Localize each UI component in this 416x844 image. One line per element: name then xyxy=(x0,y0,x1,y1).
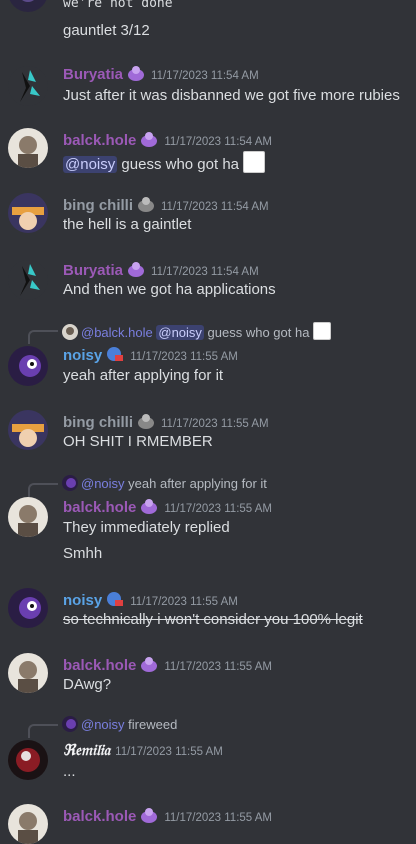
message-text: yeah after applying for it xyxy=(63,367,224,384)
mention[interactable]: @noisy xyxy=(63,156,118,173)
timestamp: 11/17/2023 11:54 AM xyxy=(161,201,269,213)
role-icon xyxy=(139,806,159,824)
reply-username[interactable]: @noisy xyxy=(81,476,125,491)
username[interactable]: ℜ𝔢𝔪𝔦𝔩𝔦𝔞 xyxy=(63,741,110,759)
message-body: guess who got ha xyxy=(117,156,240,173)
role-icon xyxy=(136,412,156,430)
reply-avatar xyxy=(62,475,78,491)
username[interactable]: Buryatia xyxy=(63,66,123,83)
reply-avatar xyxy=(62,324,78,340)
timestamp: 11/17/2023 11:55 AM xyxy=(115,746,223,758)
timestamp: 11/17/2023 11:55 AM xyxy=(164,812,272,824)
mention[interactable]: @noisy xyxy=(156,325,204,340)
avatar[interactable] xyxy=(8,410,48,450)
avatar[interactable] xyxy=(8,346,48,386)
message-text: OH SHIT I RMEMBER xyxy=(63,433,213,450)
role-icon xyxy=(105,345,125,363)
timestamp: 11/17/2023 11:55 AM xyxy=(161,418,269,430)
timestamp: 11/17/2023 11:55 AM xyxy=(130,351,238,363)
role-icon xyxy=(139,655,159,673)
avatar[interactable] xyxy=(8,260,48,300)
username[interactable]: balck.hole xyxy=(63,657,136,674)
message-text: Smhh xyxy=(63,545,103,562)
reply-username[interactable]: @noisy xyxy=(81,717,125,732)
username[interactable]: noisy xyxy=(63,592,102,609)
username[interactable]: balck.hole xyxy=(63,808,136,825)
timestamp: 11/17/2023 11:54 AM xyxy=(164,136,272,148)
username[interactable]: noisy xyxy=(63,347,102,364)
role-icon xyxy=(139,130,159,148)
timestamp: 11/17/2023 11:54 AM xyxy=(151,266,259,278)
reply-text: yeah after applying for it xyxy=(124,476,267,491)
username[interactable]: balck.hole xyxy=(63,132,136,149)
username[interactable]: balck.hole xyxy=(63,499,136,516)
sticker-emoji-icon xyxy=(243,151,266,173)
timestamp: 11/17/2023 11:55 AM xyxy=(164,661,272,673)
reply-text: fireweed xyxy=(124,717,178,732)
role-icon xyxy=(126,64,146,82)
code-line: we're not done xyxy=(63,0,173,11)
username[interactable]: bing chilli xyxy=(63,414,133,431)
reply-text: guess who got ha xyxy=(203,325,310,340)
role-icon xyxy=(136,195,156,213)
role-icon xyxy=(105,590,125,608)
username[interactable]: Buryatia xyxy=(63,262,123,279)
message-text: Just after it was disbanned we got five … xyxy=(63,87,400,104)
avatar[interactable] xyxy=(8,66,48,106)
message-text: ... xyxy=(63,763,76,780)
avatar[interactable] xyxy=(8,653,48,693)
message-text: They immediately replied xyxy=(63,519,230,536)
message-text: DAwg? xyxy=(63,676,112,693)
avatar[interactable] xyxy=(8,0,48,12)
sticker-emoji-icon xyxy=(313,322,332,340)
username[interactable]: bing chilli xyxy=(63,197,133,214)
message-text: gauntlet 3/12 xyxy=(63,22,150,39)
avatar[interactable] xyxy=(8,193,48,233)
role-icon xyxy=(139,497,159,515)
message-text: And then we got ha applications xyxy=(63,281,276,298)
message-text: the hell is a gaintlet xyxy=(63,216,192,233)
reply-username[interactable]: @balck.hole xyxy=(81,325,153,340)
message-text: @noisy guess who got ha xyxy=(63,151,266,173)
avatar[interactable] xyxy=(8,804,48,844)
timestamp: 11/17/2023 11:55 AM xyxy=(130,596,238,608)
timestamp: 11/17/2023 11:54 AM xyxy=(151,70,259,82)
message-text: so technically i won't consider you 100%… xyxy=(63,611,363,628)
reply-avatar xyxy=(62,716,78,732)
role-icon xyxy=(126,260,146,278)
timestamp: 11/17/2023 11:55 AM xyxy=(164,503,272,515)
avatar[interactable] xyxy=(8,497,48,537)
avatar[interactable] xyxy=(8,588,48,628)
avatar[interactable] xyxy=(8,740,48,780)
avatar[interactable] xyxy=(8,128,48,168)
